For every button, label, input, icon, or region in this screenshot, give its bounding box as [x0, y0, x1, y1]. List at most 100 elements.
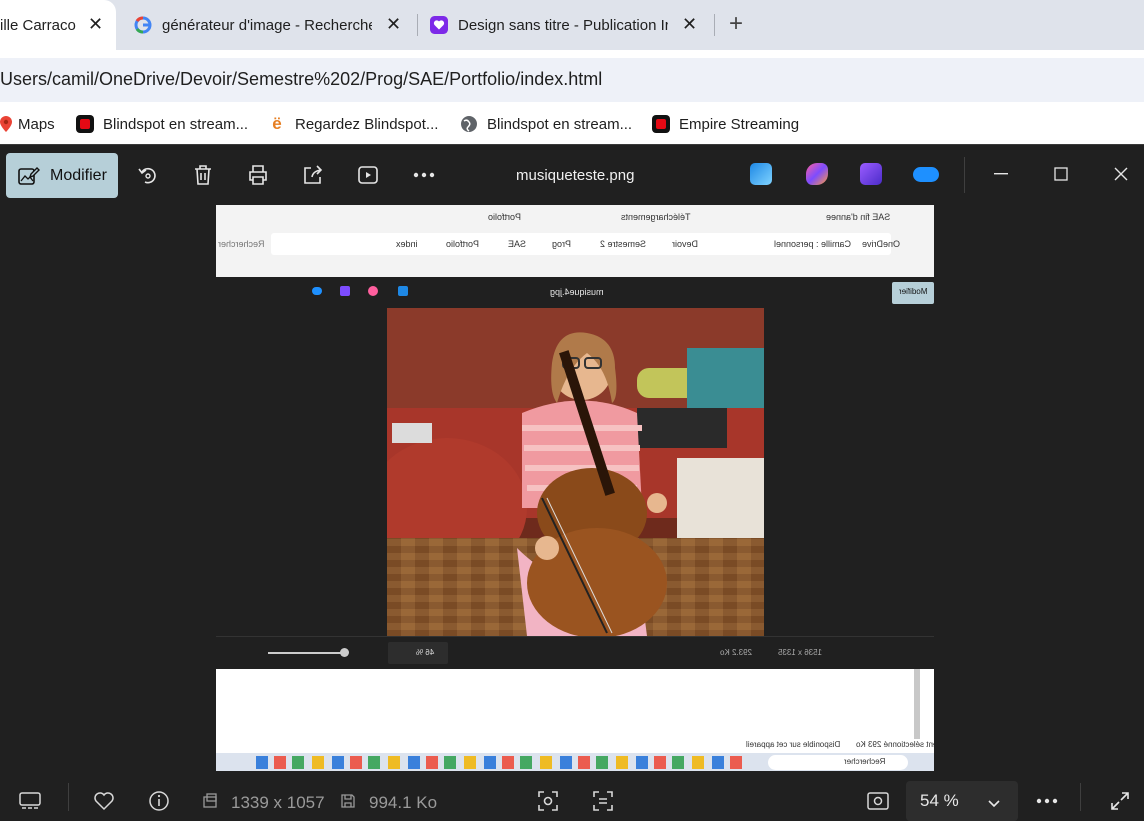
info-icon[interactable]: [145, 787, 173, 815]
close-tab-icon[interactable]: ✕: [88, 14, 103, 35]
actual-size-icon[interactable]: [864, 787, 892, 815]
file-title: musiqueteste.png: [516, 167, 635, 184]
photos-toolbar: Modifier musiqueteste.png: [0, 145, 1144, 205]
photos-bottom-bar: 1339 x 1057 994.1 Ko 54 %: [0, 771, 1144, 821]
bookmark-blindspot-2[interactable]: Blindspot en stream...: [460, 112, 632, 136]
close-tab-icon[interactable]: ✕: [386, 14, 401, 35]
tab-separator: [714, 14, 715, 36]
chevron-down-icon: [988, 793, 1000, 813]
slideshow-icon[interactable]: [348, 153, 388, 197]
inner-breadcrumb: SAE: [508, 239, 527, 249]
inner-explorer-window: SAE fin d'annee Téléchargements Portfoli…: [216, 205, 934, 277]
tab-title: Design sans titre - Publication Ir: [458, 16, 668, 34]
share-icon[interactable]: [293, 153, 333, 197]
inner-tab: Portfolio: [488, 212, 522, 222]
inner-filesize: 293.2 Ko: [720, 648, 753, 657]
divider: [964, 157, 965, 193]
tab-title: générateur d'image - Recherche: [162, 16, 372, 34]
browser-tab-strip: ille Carraco ✕ générateur d'image - Rech…: [0, 0, 1144, 50]
inner-photos-footer: 46 % 1536 x 1335 293.2 Ko: [216, 636, 934, 669]
streaming-site-icon: [76, 115, 94, 133]
photo-girl-with-cello: [387, 308, 764, 636]
image-canvas[interactable]: SAE fin d'annee Téléchargements Portfoli…: [216, 205, 934, 772]
maximize-icon[interactable]: [1046, 159, 1076, 189]
address-text[interactable]: Users/camil/OneDrive/Devoir/Semestre%202…: [0, 69, 602, 90]
file-size: 994.1 Ko: [369, 793, 438, 812]
zoom-value: 54 %: [920, 791, 959, 810]
inner-taskbar-search-text: Rechercher: [844, 757, 886, 766]
inner-status-available: Disponible sur cet appareil: [746, 740, 841, 749]
close-tab-icon[interactable]: ✕: [682, 14, 697, 35]
divider: [1080, 783, 1081, 811]
bookmark-regardez-blindspot[interactable]: ë Regardez Blindspot...: [268, 112, 438, 136]
close-window-icon[interactable]: [1106, 159, 1136, 189]
streaming-site-icon: [652, 115, 670, 133]
inner-breadcrumb: Portfolio: [446, 239, 480, 249]
inner-clipchamp-icon: [368, 286, 378, 296]
bookmark-label: Blindspot en stream...: [103, 115, 249, 133]
inner-scrollbar: [914, 669, 920, 739]
inner-zoom-thumb: [340, 648, 349, 657]
bookmark-label: Regardez Blindspot...: [295, 115, 439, 133]
new-tab-button[interactable]: +: [724, 10, 748, 38]
map-pin-icon: [0, 115, 12, 133]
photo-editor-icon[interactable]: [750, 163, 772, 185]
address-bar[interactable]: Users/camil/OneDrive/Devoir/Semestre%202…: [0, 58, 1144, 102]
print-icon[interactable]: [238, 153, 278, 197]
more-options-icon[interactable]: [1033, 787, 1061, 815]
bookmark-blindspot-1[interactable]: Blindspot en stream...: [76, 112, 248, 136]
edit-label: Modifier: [50, 166, 107, 184]
bookmark-empire-streaming[interactable]: Empire Streaming: [652, 112, 799, 136]
bookmark-label: Maps: [18, 115, 55, 133]
more-icon[interactable]: [404, 153, 444, 197]
inner-taskbar-apps: [256, 756, 746, 769]
inner-taskbar-search: [768, 755, 908, 770]
tab-separator: [417, 14, 418, 36]
edit-image-icon: [18, 166, 40, 185]
fullscreen-expand-icon[interactable]: [1106, 787, 1134, 815]
inner-dimensions: 1536 x 1335: [778, 648, 823, 657]
inner-explorer-pane: Disponible sur cet appareil 1 élément sé…: [216, 669, 934, 753]
inner-search: Rechercher: [218, 239, 265, 249]
tab-active[interactable]: ille Carraco ✕: [0, 0, 116, 50]
ocr-text-icon[interactable]: [589, 787, 617, 815]
photos-app-window: Modifier musiqueteste.png SAE fin d'anne…: [0, 144, 1144, 821]
inner-zoom-text: 46 %: [416, 648, 435, 657]
fit-screen-icon[interactable]: [534, 787, 562, 815]
canva-heart-icon: [430, 16, 448, 34]
bookmark-label: Blindspot en stream...: [487, 115, 633, 133]
dimensions-icon: [196, 787, 224, 815]
inner-onedrive-icon: [312, 287, 322, 295]
google-icon: [134, 16, 152, 34]
onedrive-icon[interactable]: [913, 167, 939, 182]
zoom-dropdown[interactable]: 54 %: [906, 781, 1018, 821]
inner-breadcrumb: Semestre 2: [600, 239, 647, 249]
globe-icon: [460, 115, 478, 133]
bookmarks-bar: Maps Blindspot en stream... ë Regardez B…: [0, 102, 1144, 144]
inner-breadcrumb: Prog: [552, 239, 572, 249]
inner-taskbar: Rechercher: [216, 753, 934, 772]
inner-breadcrumb: index: [396, 239, 418, 249]
designer-icon[interactable]: [860, 163, 882, 185]
inner-edit-label: Modifier: [899, 287, 928, 296]
inner-status-selected: 1 élément sélectionné 293 Ko: [856, 740, 934, 749]
divider: [68, 783, 69, 811]
edit-button[interactable]: Modifier: [6, 153, 118, 198]
inner-zoom-slider: [268, 652, 346, 654]
bookmark-maps[interactable]: Maps: [0, 112, 55, 136]
inner-tab: Téléchargements: [621, 212, 691, 222]
minimize-icon[interactable]: [986, 159, 1016, 189]
tab-google[interactable]: générateur d'image - Recherche ✕: [134, 0, 404, 50]
bookmark-label: Empire Streaming: [679, 115, 800, 133]
tab-canva[interactable]: Design sans titre - Publication Ir ✕: [430, 0, 714, 50]
inner-designer-icon: [340, 286, 350, 296]
filmstrip-icon[interactable]: [16, 787, 44, 815]
inner-tab: SAE fin d'annee: [826, 212, 891, 222]
rotate-icon[interactable]: [128, 153, 168, 197]
favorite-heart-icon[interactable]: [90, 787, 118, 815]
delete-icon[interactable]: [183, 153, 223, 197]
save-disk-icon: [334, 787, 362, 815]
e-site-icon: ë: [272, 114, 282, 133]
inner-filename: musique4.jpg: [550, 287, 604, 297]
clipchamp-icon[interactable]: [806, 163, 828, 185]
